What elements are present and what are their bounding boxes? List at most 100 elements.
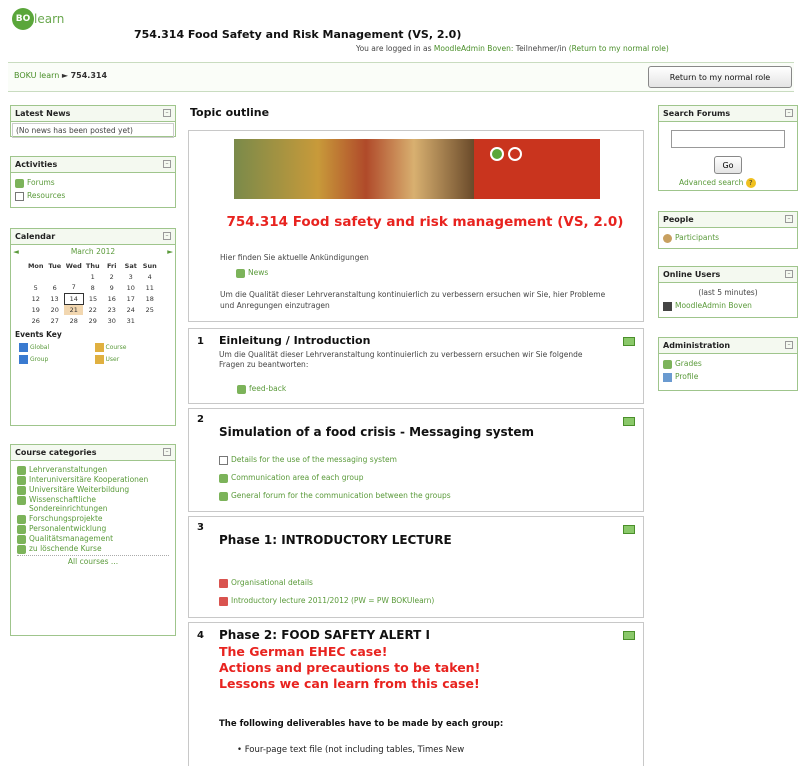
section-link[interactable]: Introductory lecture 2011/2012 (PW = PW … xyxy=(219,594,434,607)
calendar-day[interactable]: 18 xyxy=(140,293,159,304)
calendar-nav: ◄ March 2012 ► xyxy=(11,245,175,258)
calendar-day[interactable]: 19 xyxy=(26,304,45,315)
calendar-day[interactable]: 28 xyxy=(64,315,83,326)
key-label: User xyxy=(105,356,120,363)
calendar-day[interactable]: 5 xyxy=(26,282,45,293)
calendar-day[interactable]: 8 xyxy=(83,282,102,293)
calendar-day[interactable]: 27 xyxy=(45,315,64,326)
calendar-day[interactable]: 20 xyxy=(45,304,64,315)
login-info: You are logged in as MoodleAdmin Boven: … xyxy=(356,44,669,53)
collapse-icon[interactable]: – xyxy=(163,448,171,456)
key-user[interactable]: User xyxy=(94,355,168,364)
calendar-day[interactable]: 16 xyxy=(102,293,121,304)
calendar-day[interactable]: 2 xyxy=(102,271,121,282)
calendar-day[interactable]: 15 xyxy=(83,293,102,304)
calendar-day[interactable]: 4 xyxy=(140,271,159,282)
calendar-day[interactable]: 3 xyxy=(121,271,140,282)
all-courses-link[interactable]: All courses ... xyxy=(17,555,169,566)
section-link[interactable]: Organisational details xyxy=(219,576,313,589)
calendar-day[interactable]: 21 xyxy=(64,304,84,315)
activity-resources[interactable]: Resources xyxy=(15,189,171,202)
collapse-icon[interactable]: – xyxy=(163,232,171,240)
return-role-link[interactable]: (Return to my normal role) xyxy=(569,44,669,53)
activity-label[interactable]: Forums xyxy=(27,178,55,187)
calendar-day[interactable]: 10 xyxy=(121,282,140,293)
calendar-day[interactable]: 17 xyxy=(121,293,140,304)
calendar-day[interactable]: 24 xyxy=(121,304,140,315)
calendar-day[interactable]: 30 xyxy=(102,315,121,326)
admin-label[interactable]: Profile xyxy=(675,372,698,381)
participants-link[interactable]: Participants xyxy=(663,231,793,244)
section-number: 3 xyxy=(197,522,204,533)
online-user[interactable]: MoodleAdmin Boven xyxy=(663,299,793,312)
collapse-icon[interactable]: – xyxy=(163,160,171,168)
calendar-day[interactable]: 9 xyxy=(102,282,121,293)
category-item[interactable]: Universitäre Weiterbildung xyxy=(17,485,169,495)
category-item[interactable]: Interuniversitäre Kooperationen xyxy=(17,475,169,485)
section-toggle-icon[interactable] xyxy=(623,337,635,346)
activity-forums[interactable]: Forums xyxy=(15,176,171,189)
category-item[interactable]: Forschungsprojekte xyxy=(17,514,169,524)
search-go-button[interactable]: Go xyxy=(714,156,742,174)
pdf-icon xyxy=(219,578,228,588)
calendar-day[interactable]: 13 xyxy=(45,293,64,304)
resource-icon xyxy=(15,191,24,201)
calendar-month[interactable]: March 2012 xyxy=(71,247,115,256)
logo-mark: BO xyxy=(12,8,34,30)
section-toggle-icon[interactable] xyxy=(623,417,635,426)
course-main-heading: 754.314 Food safety and risk management … xyxy=(226,214,624,230)
breadcrumb-home[interactable]: BOKU learn xyxy=(14,71,59,80)
key-global[interactable]: Global xyxy=(19,343,92,352)
advanced-search-link[interactable]: Advanced search xyxy=(679,178,743,187)
calendar-day[interactable]: 29 xyxy=(83,315,102,326)
calendar-day[interactable]: 31 xyxy=(121,315,140,326)
calendar-day[interactable]: 26 xyxy=(26,315,45,326)
calendar-day[interactable]: 6 xyxy=(45,282,64,293)
latest-news-block: Latest News – (No news has been posted ye… xyxy=(10,105,176,138)
collapse-icon[interactable]: – xyxy=(785,270,793,278)
collapse-icon[interactable]: – xyxy=(785,109,793,117)
help-icon[interactable]: ? xyxy=(745,178,756,188)
collapse-icon[interactable]: – xyxy=(785,215,793,223)
feedback-link[interactable]: feed-back xyxy=(237,382,286,395)
news-forum-link[interactable]: News xyxy=(236,266,268,279)
online-user-name[interactable]: MoodleAdmin Boven xyxy=(675,301,752,310)
key-course[interactable]: Course xyxy=(94,343,168,352)
calendar-prev-icon[interactable]: ◄ xyxy=(13,245,19,258)
calendar-day[interactable]: 22 xyxy=(83,304,102,315)
calendar-day[interactable]: 7 xyxy=(64,282,83,293)
calendar-day[interactable]: 14 xyxy=(63,292,84,305)
search-forums-input[interactable] xyxy=(671,130,785,148)
calendar-day[interactable]: 1 xyxy=(83,271,102,282)
calendar-day[interactable]: 23 xyxy=(102,304,121,315)
key-group[interactable]: Group xyxy=(19,355,92,364)
category-item[interactable]: zu löschende Kurse xyxy=(17,544,169,554)
category-item[interactable]: Personalentwicklung xyxy=(17,524,169,534)
category-item[interactable]: Lehrveranstaltungen xyxy=(17,465,169,475)
section-toggle-icon[interactable] xyxy=(623,631,635,640)
calendar-day[interactable]: 11 xyxy=(140,282,159,293)
category-item[interactable]: Wissenschaftliche Sondereinrichtungen xyxy=(17,495,169,513)
calendar-next-icon[interactable]: ► xyxy=(167,245,173,258)
login-user-link[interactable]: MoodleAdmin Boven: xyxy=(434,44,513,53)
calendar-day[interactable]: 25 xyxy=(140,304,159,315)
calendar-day[interactable]: 12 xyxy=(26,293,45,304)
collapse-icon[interactable]: – xyxy=(785,341,793,349)
admin-label[interactable]: Grades xyxy=(675,359,702,368)
course-banner-image xyxy=(234,139,600,199)
return-normal-role-button[interactable]: Return to my normal role xyxy=(648,66,792,88)
site-logo[interactable]: BO learn xyxy=(12,8,72,34)
news-empty-text: (No news has been posted yet) xyxy=(12,123,174,138)
admin-grades[interactable]: Grades xyxy=(663,357,793,370)
activity-label[interactable]: Resources xyxy=(27,191,65,200)
course-categories-block: Course categories – Lehrveranstaltungen I… xyxy=(10,444,176,636)
collapse-icon[interactable]: – xyxy=(163,109,171,117)
admin-profile[interactable]: Profile xyxy=(663,370,793,383)
section-toggle-icon[interactable] xyxy=(623,525,635,534)
participants-label[interactable]: Participants xyxy=(675,233,719,242)
section-link[interactable]: General forum for the communication betw… xyxy=(219,489,451,502)
deliverable-item: • Four-page text file (not including tab… xyxy=(237,745,465,755)
section-link[interactable]: Communication area of each group xyxy=(219,471,363,484)
category-item[interactable]: Qualitätsmanagement xyxy=(17,534,169,544)
section-link[interactable]: Details for the use of the messaging sys… xyxy=(219,453,397,466)
